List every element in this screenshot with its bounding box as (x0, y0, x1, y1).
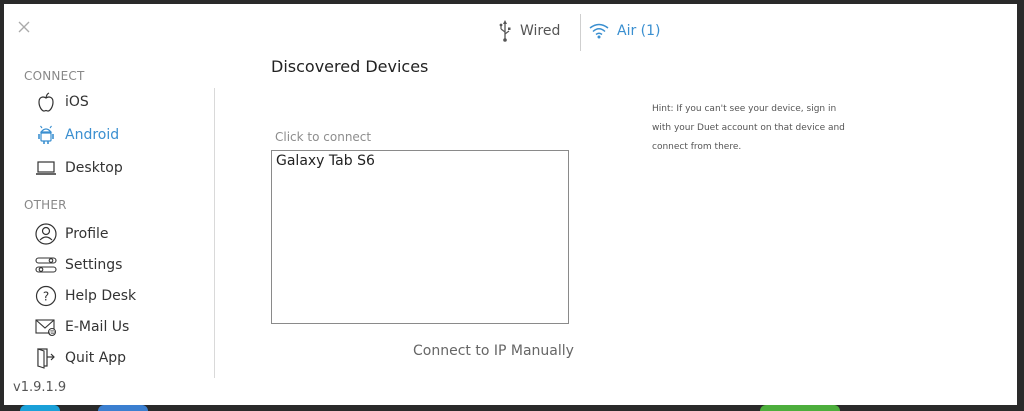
version-label: v1.9.1.9 (13, 380, 67, 395)
sidebar-item-label: Desktop (65, 160, 123, 176)
laptop-icon (35, 157, 57, 179)
sidebar-item-label: Profile (65, 226, 109, 242)
tab-air-label: Air (1) (617, 23, 661, 39)
svg-text:?: ? (43, 290, 49, 304)
desktop-icon-fragment (98, 405, 148, 411)
tab-wired-label: Wired (520, 23, 561, 39)
click-to-connect-label: Click to connect (275, 130, 372, 144)
sidebar-item-email[interactable]: @ E-Mail Us (35, 315, 129, 339)
desktop-icon-fragment (760, 405, 840, 411)
sidebar-item-label: Help Desk (65, 288, 137, 304)
svg-text:@: @ (49, 329, 55, 336)
quit-icon (35, 347, 57, 369)
connect-heading: CONNECT (24, 69, 85, 83)
usb-icon (499, 20, 511, 42)
sidebar-divider (214, 88, 215, 378)
email-icon: @ (35, 316, 57, 338)
sidebar-item-label: Quit App (65, 350, 127, 366)
sidebar-item-label: iOS (65, 94, 89, 110)
sidebar-item-label: E-Mail Us (65, 319, 130, 335)
help-icon: ? (35, 285, 57, 307)
sidebar-item-quit[interactable]: Quit App (35, 346, 126, 370)
close-icon[interactable] (17, 20, 31, 34)
page-title: Discovered Devices (271, 57, 429, 76)
sidebar-item-desktop[interactable]: Desktop (35, 156, 123, 180)
profile-icon (35, 223, 57, 245)
sidebar-item-label: Android (65, 127, 120, 143)
connect-ip-manually-link[interactable]: Connect to IP Manually (413, 343, 574, 359)
settings-icon (35, 254, 57, 276)
wifi-icon (589, 23, 609, 39)
apple-icon (35, 91, 57, 113)
sidebar-item-label: Settings (65, 257, 123, 273)
sidebar-item-ios[interactable]: iOS (35, 90, 89, 114)
android-icon (35, 124, 57, 146)
sidebar-item-android[interactable]: Android (35, 123, 119, 147)
hint-text: Hint: If you can't see your device, sign… (652, 104, 845, 152)
desktop-icon-fragment (20, 405, 60, 411)
tab-divider (580, 14, 581, 51)
tab-air[interactable]: Air (1) (589, 18, 661, 44)
sidebar-item-settings[interactable]: Settings (35, 253, 122, 277)
other-heading: OTHER (24, 198, 67, 212)
device-list: Galaxy Tab S6 (271, 150, 569, 324)
list-item[interactable]: Galaxy Tab S6 (272, 151, 568, 171)
tab-wired[interactable]: Wired (498, 18, 560, 44)
sidebar-item-profile[interactable]: Profile (35, 222, 109, 246)
app-window: Wired Air (1) CONNECT iOS Android Deskto… (4, 4, 1017, 405)
sidebar-item-help-desk[interactable]: ? Help Desk (35, 284, 136, 308)
